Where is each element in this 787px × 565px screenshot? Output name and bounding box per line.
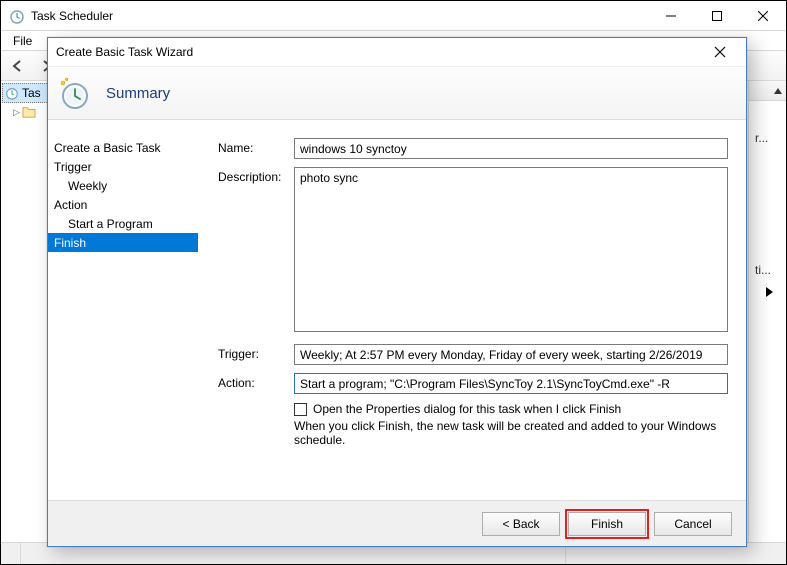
actions-panel: r... ti... <box>748 81 786 542</box>
action-field[interactable] <box>294 373 728 394</box>
wizard-steps: Create a Basic Task Trigger Weekly Actio… <box>48 120 198 500</box>
main-title: Task Scheduler <box>31 9 648 23</box>
cancel-button[interactable]: Cancel <box>654 512 732 536</box>
open-properties-checkbox[interactable] <box>294 403 307 416</box>
dialog-title: Create Basic Task Wizard <box>56 45 702 59</box>
step-weekly[interactable]: Weekly <box>48 176 198 195</box>
finish-button[interactable]: Finish <box>568 512 646 536</box>
wizard-dialog: Create Basic Task Wizard Summary Create … <box>47 37 747 547</box>
trigger-label: Trigger: <box>218 344 294 361</box>
window-controls <box>648 1 786 30</box>
chevron-right-icon <box>766 287 773 297</box>
maximize-button[interactable] <box>694 1 740 30</box>
app-icon <box>9 8 25 24</box>
step-start-program[interactable]: Start a Program <box>48 214 198 233</box>
step-trigger[interactable]: Trigger <box>48 157 198 176</box>
finish-note: When you click Finish, the new task will… <box>294 419 728 447</box>
tree-panel: Tas ▷ <box>1 81 51 542</box>
open-properties-label: Open the Properties dialog for this task… <box>313 402 621 416</box>
minimize-button[interactable] <box>648 1 694 30</box>
nav-back-button[interactable] <box>5 55 31 77</box>
name-label: Name: <box>218 138 294 155</box>
folder-icon <box>22 106 36 118</box>
dialog-body: Create a Basic Task Trigger Weekly Actio… <box>48 120 746 500</box>
actions-expand[interactable] <box>751 281 784 303</box>
step-action[interactable]: Action <box>48 195 198 214</box>
name-field[interactable] <box>294 138 728 159</box>
dialog-footer: < Back Finish Cancel <box>48 500 746 546</box>
main-titlebar: Task Scheduler <box>1 1 786 31</box>
collapse-up-icon[interactable] <box>774 88 782 94</box>
dialog-heading: Summary <box>106 85 170 102</box>
dialog-header: Summary <box>48 66 746 120</box>
tree-root-label: Tas <box>22 86 41 100</box>
action-label: Action: <box>218 373 294 390</box>
menu-file[interactable]: File <box>5 32 40 50</box>
back-button[interactable]: < Back <box>482 512 560 536</box>
wizard-icon <box>58 77 90 109</box>
summary-form: Name: Description: Trigger: Action: Open… <box>198 120 746 500</box>
dialog-close-button[interactable] <box>702 38 738 66</box>
description-field[interactable] <box>294 167 728 332</box>
actions-item[interactable]: ti... <box>751 259 784 281</box>
close-button[interactable] <box>740 1 786 30</box>
actions-header <box>749 81 786 101</box>
step-finish[interactable]: Finish <box>48 233 198 252</box>
tree-root-item[interactable]: Tas <box>2 83 49 103</box>
expand-icon[interactable]: ▷ <box>13 107 20 118</box>
dialog-titlebar: Create Basic Task Wizard <box>48 38 746 66</box>
actions-item[interactable]: r... <box>751 127 784 149</box>
description-label: Description: <box>218 167 294 184</box>
trigger-field[interactable] <box>294 344 728 365</box>
tree-child-item[interactable]: ▷ <box>1 103 50 121</box>
clock-icon <box>5 86 19 100</box>
step-create-basic-task[interactable]: Create a Basic Task <box>48 138 198 157</box>
